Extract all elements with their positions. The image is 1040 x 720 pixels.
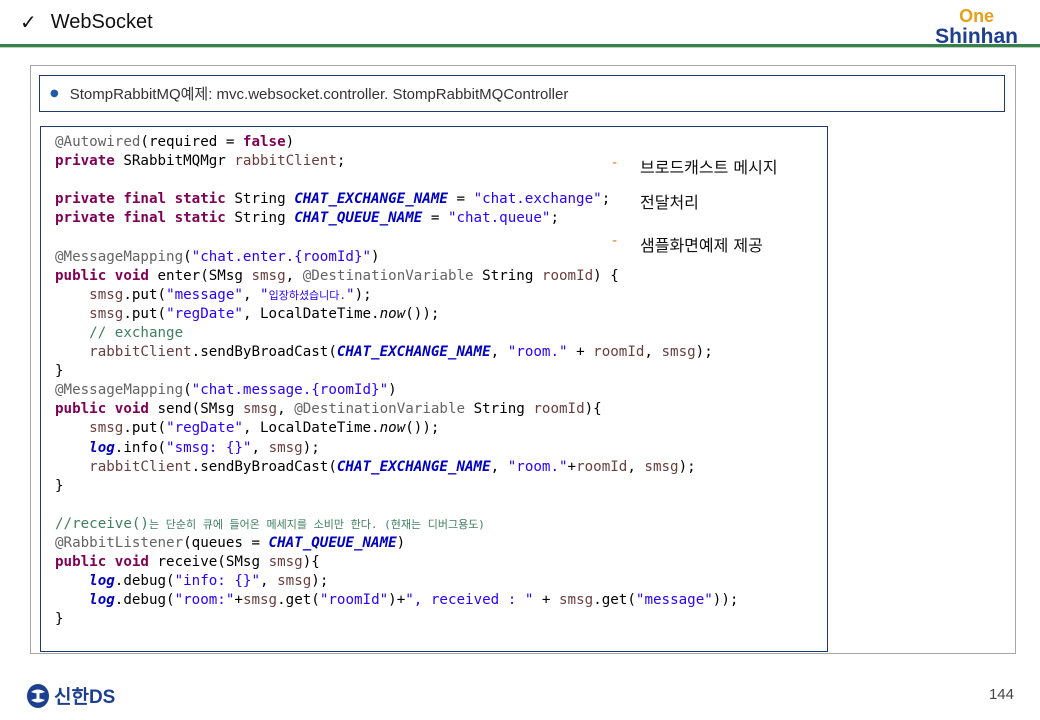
- note-1-line-2: 전달처리: [640, 193, 699, 212]
- note-dash-2: -: [612, 233, 618, 249]
- subtitle-text: StompRabbitMQ예제: mvc.websocket.controlle…: [69, 86, 569, 103]
- page-title: WebSocket: [50, 10, 153, 33]
- header-title-row: ✓ WebSocket: [20, 10, 153, 34]
- code-block: @Autowired(required = false) private SRa…: [40, 126, 828, 652]
- logo-one-text: One: [959, 6, 995, 26]
- shinhan-emblem-icon: [27, 683, 49, 708]
- note-dash-1: -: [612, 155, 618, 171]
- note-2: 샘플화면예제 제공: [640, 236, 763, 255]
- bullet-icon: ●: [50, 88, 59, 99]
- shinhan-ds-logo: 신한DS: [26, 682, 115, 709]
- page-number: 144: [988, 686, 1014, 703]
- one-shinhan-logo: One Shinhan: [935, 7, 1018, 47]
- subtitle-box: ● StompRabbitMQ예제: mvc.websocket.control…: [39, 75, 1005, 112]
- code-listing: @Autowired(required = false) private SRa…: [55, 134, 739, 628]
- note-1-line-1: 브로드캐스트 메시지: [640, 158, 778, 177]
- footer-logo-text: 신한DS: [54, 687, 116, 708]
- checkmark-icon: ✓: [20, 10, 37, 34]
- header-divider-light: [0, 47, 1040, 48]
